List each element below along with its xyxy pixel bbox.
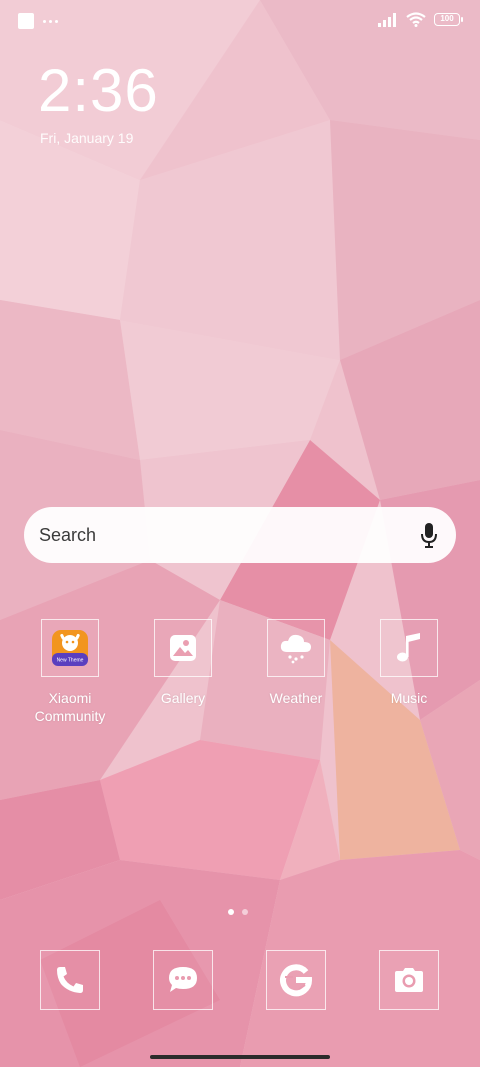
page-dot-active xyxy=(228,909,234,915)
app-label: Music xyxy=(390,690,428,706)
camera-icon[interactable] xyxy=(392,965,426,995)
search-bar[interactable]: Search xyxy=(24,507,456,563)
browser-g-icon[interactable] xyxy=(279,963,313,997)
microphone-icon[interactable] xyxy=(418,522,440,548)
phone-icon[interactable] xyxy=(54,964,86,996)
status-right: 100 xyxy=(378,12,463,27)
messages-icon[interactable] xyxy=(166,964,200,996)
dock-messages[interactable] xyxy=(153,950,213,1010)
xiaomi-community-icon[interactable]: New Theme xyxy=(41,619,99,677)
gallery-icon[interactable] xyxy=(154,619,212,677)
clock-date[interactable]: Fri, January 19 xyxy=(40,130,133,146)
badge-text: New Theme xyxy=(57,658,84,664)
more-notifications-icon xyxy=(43,19,58,23)
app-label: Weather xyxy=(269,690,323,706)
battery-level: 100 xyxy=(440,14,454,23)
app-gallery[interactable]: Gallery xyxy=(128,619,238,707)
notification-square-icon xyxy=(18,13,34,29)
search-placeholder[interactable]: Search xyxy=(39,525,418,546)
app-xiaomi-community[interactable]: New Theme Xiaomi Community xyxy=(15,619,125,725)
status-bar: 100 xyxy=(0,0,480,42)
page-dot xyxy=(242,909,248,915)
app-music[interactable]: Music xyxy=(354,619,464,707)
app-label: Gallery xyxy=(160,690,206,706)
page-indicator xyxy=(228,909,248,915)
status-left xyxy=(18,13,58,29)
weather-snow-cloud-icon[interactable] xyxy=(267,619,325,677)
dock-browser[interactable] xyxy=(266,950,326,1010)
app-weather[interactable]: Weather xyxy=(241,619,351,707)
clock-time[interactable]: 2:36 xyxy=(38,56,159,126)
home-indicator[interactable] xyxy=(150,1055,330,1059)
dock-camera[interactable] xyxy=(379,950,439,1010)
wifi-icon xyxy=(406,12,426,27)
signal-icon xyxy=(378,12,396,27)
battery-icon: 100 xyxy=(434,13,463,26)
app-label: Xiaomi Community xyxy=(34,690,106,724)
music-note-icon[interactable] xyxy=(380,619,438,677)
dock-phone[interactable] xyxy=(40,950,100,1010)
